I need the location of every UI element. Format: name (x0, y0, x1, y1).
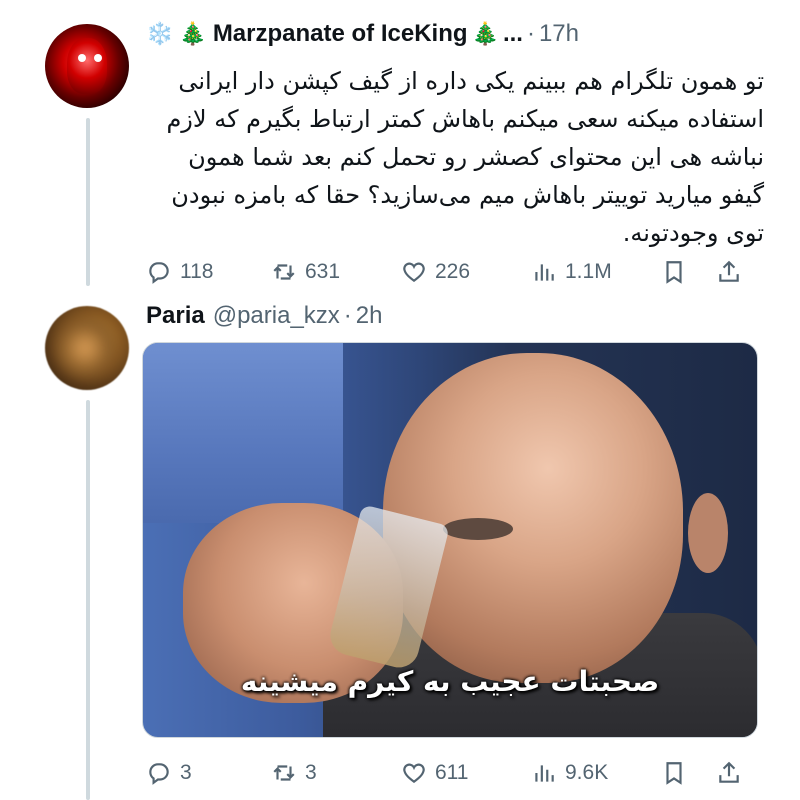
tweet-media-gif[interactable]: صحبتات عجیب به کیرم میشینه (142, 342, 758, 738)
views-icon (535, 765, 554, 782)
like-count: 611 (435, 761, 469, 784)
media-background (143, 343, 343, 523)
retweet-icon (273, 765, 295, 781)
media-caption: صحبتات عجیب به کیرم میشینه (240, 665, 660, 698)
bookmark-button[interactable] (661, 760, 716, 786)
avatar[interactable] (45, 306, 129, 390)
reply-button[interactable]: 3 (146, 760, 271, 786)
reply-count: 3 (180, 761, 192, 784)
author-name[interactable]: Paria (146, 302, 205, 330)
views-button[interactable]: 9.6K (531, 760, 661, 786)
share-icon (719, 761, 739, 783)
avatar-blur (55, 318, 115, 378)
media-ear (688, 493, 728, 573)
action-bar: 3 3 611 9.6K (146, 756, 766, 790)
share-button[interactable] (716, 760, 756, 786)
views-count: 9.6K (565, 761, 609, 784)
bookmark-icon (666, 762, 682, 785)
retweet-button[interactable]: 3 (271, 760, 401, 786)
media-mustache (443, 518, 513, 540)
separator-dot: · (343, 302, 352, 329)
tweet-time[interactable]: 2h (356, 302, 383, 330)
like-icon (403, 763, 425, 783)
like-button[interactable]: 611 (401, 760, 531, 786)
tweet-header: Paria @paria_kzx · 2h (146, 302, 383, 330)
author-handle[interactable]: @paria_kzx (213, 302, 340, 330)
retweet-count: 3 (305, 761, 317, 784)
reply-icon (149, 763, 169, 785)
media-head (383, 353, 683, 683)
tweet[interactable]: Paria @paria_kzx · 2h صحبتات عجیب به کیر… (0, 0, 800, 800)
